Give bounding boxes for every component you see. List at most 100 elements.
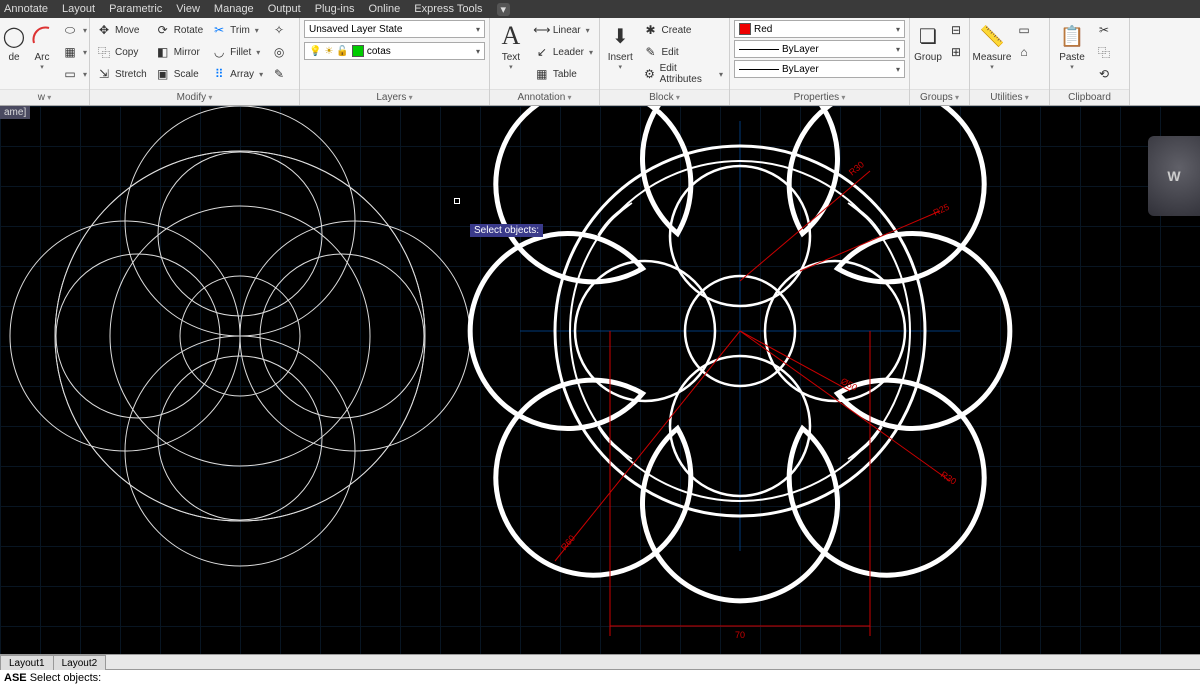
paste-button[interactable]: 📋 Paste	[1054, 20, 1090, 71]
measure-button[interactable]: 📏 Measure	[974, 20, 1010, 71]
color-swatch	[739, 23, 751, 35]
calc-icon: ⌂	[1016, 44, 1032, 60]
command-text: Select objects:	[30, 672, 102, 684]
trim-label: Trim	[230, 25, 250, 36]
linetype-combo[interactable]: ByLayer▾	[734, 60, 905, 78]
panel-utilities-title[interactable]: Utilities	[990, 92, 1028, 103]
menu-view[interactable]: View	[176, 3, 200, 15]
scale-label: Scale	[174, 69, 199, 80]
circle-button[interactable]: ◯ de	[4, 20, 24, 63]
copy-label: Copy	[115, 47, 138, 58]
match-icon: ⟲	[1096, 66, 1112, 82]
text-button[interactable]: A Text	[494, 20, 528, 71]
lineweight-combo[interactable]: ByLayer▾	[734, 40, 905, 58]
editattr-icon: ⚙	[642, 66, 656, 82]
table-button[interactable]: ▦Table	[532, 64, 595, 84]
ellipse-button[interactable]: ⬭▾	[60, 20, 89, 40]
drawing-canvas[interactable]: ame]	[0, 106, 1200, 654]
panel-annotation-title[interactable]: Annotation	[517, 92, 571, 103]
stretch-icon: ⇲	[96, 66, 112, 82]
group-icon: ❏	[914, 22, 942, 50]
panel-block-title[interactable]: Block	[649, 92, 680, 103]
viewcube[interactable]: W	[1148, 136, 1200, 216]
explode-icon: ✧	[271, 22, 287, 38]
leader-button[interactable]: ↙Leader▾	[532, 42, 595, 62]
hatch-button[interactable]: ▦▾	[60, 42, 89, 62]
array-icon: ⠿	[211, 66, 227, 82]
menu-bar[interactable]: Annotate Layout Parametric View Manage O…	[0, 0, 1200, 18]
linear-button[interactable]: ⟷Linear▾	[532, 20, 595, 40]
hatch-icon: ▦	[62, 44, 78, 60]
calc-button[interactable]: ⌂	[1014, 42, 1034, 62]
linetype-value: ByLayer	[782, 64, 819, 75]
rotate-button[interactable]: ⟳Rotate	[153, 20, 205, 40]
ungroup-button[interactable]: ⊟	[946, 20, 966, 40]
cut-button[interactable]: ✂	[1094, 20, 1114, 40]
create-label: Create	[661, 25, 691, 36]
scale-button[interactable]: ▣Scale	[153, 64, 205, 84]
linear-icon: ⟷	[534, 22, 550, 38]
layer-color-swatch	[352, 45, 364, 57]
stretch-button[interactable]: ⇲Stretch	[94, 64, 149, 84]
color-combo[interactable]: Red▾	[734, 20, 905, 38]
group-button[interactable]: ❏ Group	[914, 20, 942, 63]
explode-button[interactable]: ✧	[269, 20, 289, 40]
groupedit-icon: ⊞	[948, 44, 964, 60]
edit-button[interactable]: ✎Edit	[640, 42, 725, 62]
layout-tabs[interactable]: Layout1 Layout2	[0, 654, 1200, 670]
menu-express[interactable]: Express Tools	[414, 3, 482, 15]
copy-button[interactable]: ⿻Copy	[94, 42, 149, 62]
offset-icon: ◎	[271, 44, 287, 60]
move-icon: ✥	[96, 22, 112, 38]
copyclip-button[interactable]: ⿻	[1094, 42, 1114, 62]
panel-modify-title[interactable]: Modify	[177, 92, 213, 103]
lock-icon: 🔓	[336, 46, 348, 57]
menu-layout[interactable]: Layout	[62, 3, 95, 15]
tab-layout1[interactable]: Layout1	[0, 655, 54, 670]
command-line[interactable]: ASE Select objects:	[0, 670, 1200, 688]
menu-annotate[interactable]: Annotate	[4, 3, 48, 15]
select-button[interactable]: ▭	[1014, 20, 1034, 40]
move-button[interactable]: ✥Move	[94, 20, 149, 40]
lineweight-value: ByLayer	[782, 44, 819, 55]
svg-text:R25: R25	[932, 202, 951, 218]
editattr-button[interactable]: ⚙Edit Attributes▾	[640, 64, 725, 84]
panel-groups-title[interactable]: Groups	[920, 92, 959, 103]
trim-button[interactable]: ✂Trim▾	[209, 20, 265, 40]
arc-button[interactable]: Arc	[28, 20, 56, 71]
menu-output[interactable]: Output	[268, 3, 301, 15]
fillet-button[interactable]: ◡Fillet▾	[209, 42, 265, 62]
table-label: Table	[553, 69, 577, 80]
layer-state-combo[interactable]: Unsaved Layer State▾	[304, 20, 485, 38]
cursor-pickbox	[454, 198, 460, 204]
menu-plugins[interactable]: Plug-ins	[315, 3, 355, 15]
groupedit-button[interactable]: ⊞	[946, 42, 966, 62]
insert-icon: ⬇	[606, 22, 634, 50]
svg-text:R30: R30	[939, 469, 958, 486]
layer-state-value: Unsaved Layer State	[309, 24, 402, 35]
menu-online[interactable]: Online	[368, 3, 400, 15]
trim-icon: ✂	[211, 22, 227, 38]
erase-button[interactable]: ✎	[269, 64, 289, 84]
panel-properties-title[interactable]: Properties	[794, 92, 846, 103]
tab-layout2[interactable]: Layout2	[53, 655, 107, 670]
menu-parametric[interactable]: Parametric	[109, 3, 162, 15]
panel-clipboard-title[interactable]: Clipboard	[1068, 92, 1111, 103]
mirror-button[interactable]: ◧Mirror	[153, 42, 205, 62]
create-button[interactable]: ✱Create	[640, 20, 725, 40]
menu-more-icon[interactable]: ▾	[497, 3, 511, 16]
insert-button[interactable]: ⬇ Insert	[604, 20, 636, 71]
rotate-label: Rotate	[174, 25, 203, 36]
region-button[interactable]: ▭▾	[60, 64, 89, 84]
menu-manage[interactable]: Manage	[214, 3, 254, 15]
linear-label: Linear	[553, 25, 581, 36]
circle-icon: ◯	[0, 22, 28, 50]
panel-layers-title[interactable]: Layers	[376, 92, 412, 103]
match-button[interactable]: ⟲	[1094, 64, 1114, 84]
layer-combo[interactable]: 💡 ☀ 🔓 cotas ▾	[304, 42, 485, 60]
stretch-label: Stretch	[115, 69, 147, 80]
array-button[interactable]: ⠿Array▾	[209, 64, 265, 84]
ellipse-icon: ⬭	[62, 22, 78, 38]
panel-draw-title[interactable]: w	[38, 92, 51, 103]
offset-button[interactable]: ◎	[269, 42, 289, 62]
